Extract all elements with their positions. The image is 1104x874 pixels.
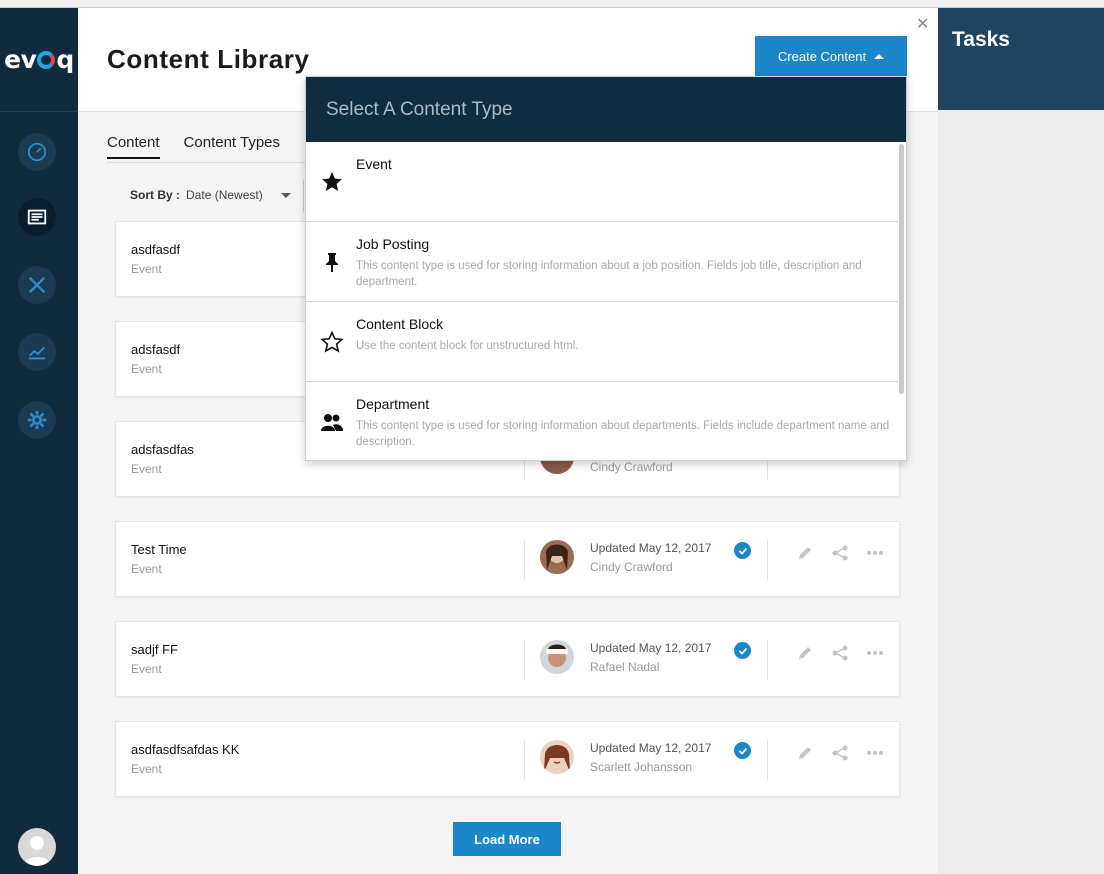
people-icon [320,410,344,434]
card-divider [767,740,768,780]
dashboard-icon[interactable] [18,133,56,171]
content-title[interactable]: adsfasdf [131,342,180,357]
option-description: This content type is used for storing in… [356,260,862,288]
published-check-icon [734,642,751,659]
option-name: Event [356,156,392,172]
share-icon[interactable] [831,545,849,566]
caret-up-icon [874,53,885,59]
content-type: Event [131,562,162,576]
more-options-icon[interactable] [866,645,884,666]
pin-icon [320,250,344,274]
create-content-label: Create Content [777,48,867,64]
updated-date: Updated May 12, 2017 [590,541,712,555]
edit-pencil-icon[interactable] [797,745,813,766]
analytics-icon[interactable] [18,333,56,371]
updated-date: Updated May 12, 2017 [590,741,712,755]
option-name: Content Block [356,316,444,332]
content-type-option-department[interactable]: Department This content type is used for… [306,382,898,460]
tools-icon[interactable] [18,266,56,304]
sort-label: Sort By : [130,188,181,202]
content-type-option-content-block[interactable]: Content Block Use the content block for … [306,302,898,382]
content-icon[interactable] [18,198,56,236]
page-title: Content Library [107,44,310,74]
share-icon[interactable] [831,645,849,666]
author-name: Cindy Crawford [590,560,673,574]
content-title[interactable]: asdfasdfsafdas KK [131,742,239,757]
left-navigation: ev q [0,8,78,874]
author-avatar [540,540,574,574]
create-content-button[interactable]: Create Content [755,36,907,76]
logo-text-start: ev [4,45,37,74]
content-card[interactable]: sadjf FF Event Updated May 12, 2017 Rafa… [115,621,900,697]
author-name: Cindy Crawford [590,460,673,474]
settings-gear-icon[interactable] [18,401,56,439]
option-name: Department [356,396,430,412]
author-avatar [540,740,574,774]
published-check-icon [734,542,751,559]
content-type: Event [131,762,162,776]
content-type: Event [131,462,162,476]
option-description: This content type is used for storing in… [356,420,890,448]
author-avatar [540,640,574,674]
dropdown-title: Select A Content Type [306,77,906,142]
tab-content[interactable]: Content [107,134,160,159]
content-type-dropdown: Select A Content Type Event Job Posting … [305,76,907,461]
more-options-icon[interactable] [866,545,884,566]
star-filled-icon [320,170,344,194]
content-card[interactable]: asdfasdfsafdas KK Event Updated May 12, … [115,721,900,797]
more-options-icon[interactable] [866,745,884,766]
content-type: Event [131,362,162,376]
card-divider [524,540,525,580]
content-title[interactable]: adsfasdfas [131,442,194,457]
content-type: Event [131,662,162,676]
content-type: Event [131,262,162,276]
option-description: Use the content block for unstructured h… [356,340,579,352]
star-outline-icon [320,330,344,354]
card-divider [524,740,525,780]
tasks-panel: Tasks [938,8,1104,110]
tab-divider [107,162,317,163]
card-divider [524,640,525,680]
author-name: Scarlett Johansson [590,760,693,774]
option-name: Job Posting [356,236,430,252]
logo-text-end: q [56,45,74,74]
updated-date: Updated May 12, 2017 [590,641,712,655]
published-check-icon [734,742,751,759]
dropdown-scrollbar[interactable] [899,144,904,394]
content-title[interactable]: asdfasdf [131,242,180,257]
content-title[interactable]: sadjf FF [131,642,178,657]
edit-pencil-icon[interactable] [797,545,813,566]
tab-bar: Content Content Types [107,134,280,159]
author-name: Rafael Nadal [590,660,660,674]
sort-control[interactable]: Sort By : Date (Newest) [130,188,291,202]
user-avatar[interactable] [18,828,56,866]
card-divider [767,640,768,680]
logo-o-mark [37,50,56,69]
card-divider [767,540,768,580]
share-icon[interactable] [831,745,849,766]
chevron-down-icon [280,192,291,198]
evoq-logo[interactable]: ev q [0,8,78,112]
browser-top-strip [0,0,1104,8]
content-title[interactable]: Test Time [131,542,187,557]
load-more-button[interactable]: Load More [453,822,561,856]
content-type-option-event[interactable]: Event [306,142,898,222]
close-icon[interactable]: ✕ [916,14,929,34]
tasks-title: Tasks [952,28,1010,51]
content-card[interactable]: Test Time Event Updated May 12, 2017 Cin… [115,521,900,597]
toolbar-divider [303,180,304,212]
tab-content-types[interactable]: Content Types [184,134,280,159]
sort-value: Date (Newest) [186,188,263,202]
edit-pencil-icon[interactable] [797,645,813,666]
content-type-option-job-posting[interactable]: Job Posting This content type is used fo… [306,222,898,302]
